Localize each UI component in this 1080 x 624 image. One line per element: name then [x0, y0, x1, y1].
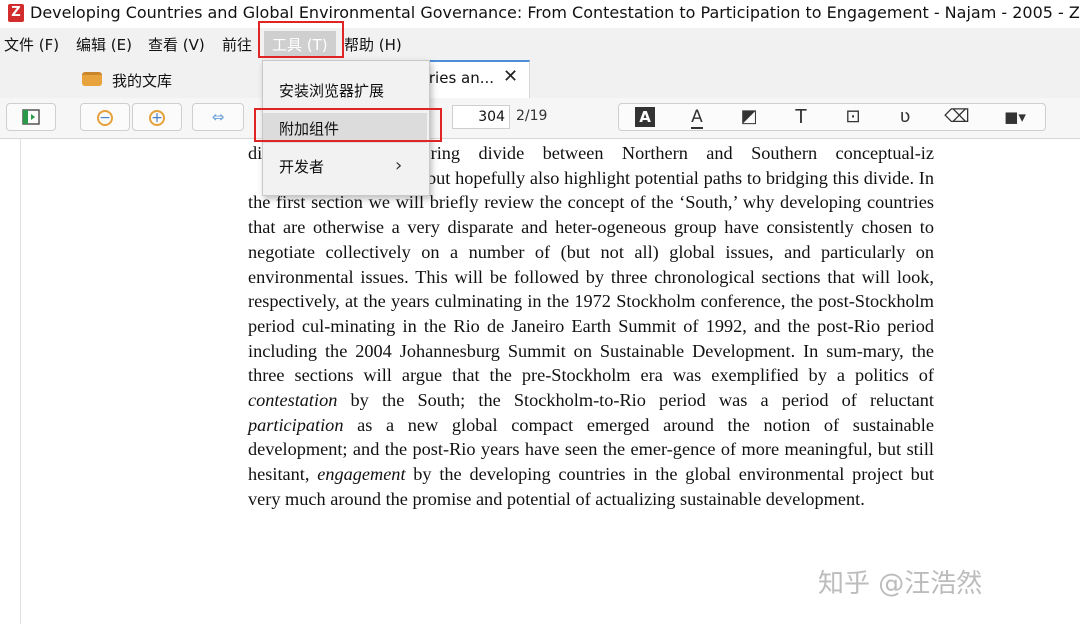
fit-width-button[interactable]: ⇔	[192, 103, 244, 131]
area-select-icon: ⊡	[845, 106, 861, 127]
zoom-out-button[interactable]: −	[80, 103, 130, 131]
color-picker-icon: ■▾	[1004, 108, 1026, 126]
watermark: 知乎 @汪浩然	[818, 569, 983, 599]
menu-edit[interactable]: 编辑 (E)	[76, 34, 132, 55]
highlight-text-button[interactable]: A	[627, 105, 663, 129]
menu-file[interactable]: 文件 (F)	[4, 34, 59, 55]
reader-content[interactable]: di ngering divide between Northern and So…	[0, 139, 1080, 624]
zotero-app-icon: Z	[8, 4, 24, 22]
zoom-in-icon: +	[149, 110, 165, 126]
note-icon: ◩	[740, 106, 758, 127]
text-run: by the South; the Stockholm-to-Rio perio…	[337, 390, 934, 411]
sidebar-toggle-icon	[22, 109, 40, 125]
tab-document-label: tries an...	[423, 69, 495, 87]
color-picker-button[interactable]: ■▾	[991, 105, 1039, 129]
menu-help[interactable]: 帮助 (H)	[344, 34, 402, 55]
text-run: ngering divide between Northern and Sout…	[404, 143, 934, 163]
menu-tools[interactable]: 工具 (T)	[264, 31, 336, 58]
document-paragraph: di ngering divide between Northern and So…	[248, 141, 934, 512]
tools-dropdown-menu: 安装浏览器扩展 附加组件 开发者 ›	[262, 60, 430, 196]
page-number-input[interactable]: 304	[452, 105, 510, 129]
emphasis-text: contestation	[248, 390, 338, 411]
text-button[interactable]: T	[783, 105, 819, 129]
ink-button[interactable]: ʋ	[887, 105, 923, 129]
toggle-sidebar-button[interactable]	[6, 103, 56, 131]
area-select-button[interactable]: ⊡	[835, 105, 871, 129]
menu-item-install-browser-extension[interactable]: 安装浏览器扩展	[279, 80, 384, 101]
menu-item-add-ons-label: 附加组件	[279, 120, 340, 138]
reader-toolbar: − + ⇔ 304 2/19 A A ◩ T ⊡ ʋ ⌫ ■▾	[0, 98, 1080, 139]
menu-bar: 文件 (F) 编辑 (E) 查看 (V) 前往 工具 (T) 帮助 (H)	[0, 28, 1080, 60]
annotation-toolbar: A A ◩ T ⊡ ʋ ⌫ ■▾	[618, 103, 1046, 131]
underline-text-button[interactable]: A	[679, 105, 715, 129]
zoom-out-icon: −	[97, 110, 113, 126]
menu-item-developer[interactable]: 开发者	[279, 156, 324, 177]
emphasis-text: engagement	[317, 464, 406, 485]
eraser-button[interactable]: ⌫	[939, 105, 975, 129]
highlight-text-icon: A	[635, 107, 655, 127]
window-title: Developing Countries and Global Environm…	[30, 3, 1080, 22]
tab-bar: 我的文库 tries an... ✕	[0, 60, 1080, 99]
eraser-icon: ⌫	[944, 106, 970, 127]
menu-go[interactable]: 前往	[222, 34, 252, 55]
page-count: 2/19	[516, 108, 548, 124]
note-button[interactable]: ◩	[731, 105, 767, 129]
paragraph-text: di ngering divide between Northern and So…	[248, 141, 934, 512]
text-run: di	[248, 143, 263, 163]
tab-my-library[interactable]: 我的文库	[78, 64, 258, 94]
underline-text-icon: A	[691, 107, 703, 129]
zoom-in-button[interactable]: +	[132, 103, 182, 131]
tab-my-library-label: 我的文库	[112, 72, 173, 90]
chevron-right-icon: ›	[395, 155, 403, 176]
menu-item-add-ons[interactable]: 附加组件	[263, 113, 427, 143]
text-icon: T	[794, 106, 808, 128]
close-icon[interactable]: ✕	[503, 66, 518, 87]
text-run: al debate, but hopefully also highlight …	[248, 167, 934, 386]
left-pane-edge	[0, 139, 21, 624]
ink-icon: ʋ	[899, 106, 911, 127]
folder-icon	[82, 72, 102, 86]
menu-view[interactable]: 查看 (V)	[148, 34, 205, 55]
emphasis-text: participation	[248, 414, 344, 435]
title-bar: Z Developing Countries and Global Enviro…	[0, 0, 1080, 28]
fit-width-icon: ⇔	[211, 108, 225, 126]
